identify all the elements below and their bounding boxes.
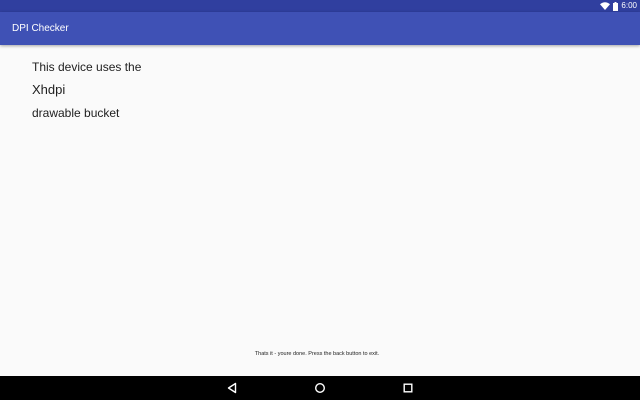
status-icons: 6:00 — [600, 0, 637, 12]
exit-instructions: Thats it - youre done. Press the back bu… — [254, 351, 380, 357]
wifi-icon — [600, 2, 611, 10]
bucket-suffix-text: drawable bucket — [32, 106, 120, 120]
navigation-bar — [0, 376, 640, 400]
screen: 6:00 DPI Checker This device uses the Xh… — [0, 0, 640, 400]
status-bar: 6:00 — [0, 0, 640, 12]
home-button[interactable] — [312, 380, 328, 396]
main-content: This device uses the Xhdpi drawable buck… — [32, 58, 141, 122]
back-button[interactable] — [224, 380, 240, 396]
home-icon — [314, 382, 326, 394]
status-time: 6:00 — [621, 1, 637, 10]
battery-icon — [613, 1, 619, 11]
recents-icon — [402, 382, 414, 394]
app-title: DPI Checker — [12, 23, 69, 34]
intro-text: This device uses the — [32, 60, 142, 74]
back-icon — [226, 382, 238, 394]
recents-button[interactable] — [400, 380, 416, 396]
dpi-bucket-value: Xhdpi — [32, 82, 66, 97]
app-bar: DPI Checker — [0, 12, 640, 45]
